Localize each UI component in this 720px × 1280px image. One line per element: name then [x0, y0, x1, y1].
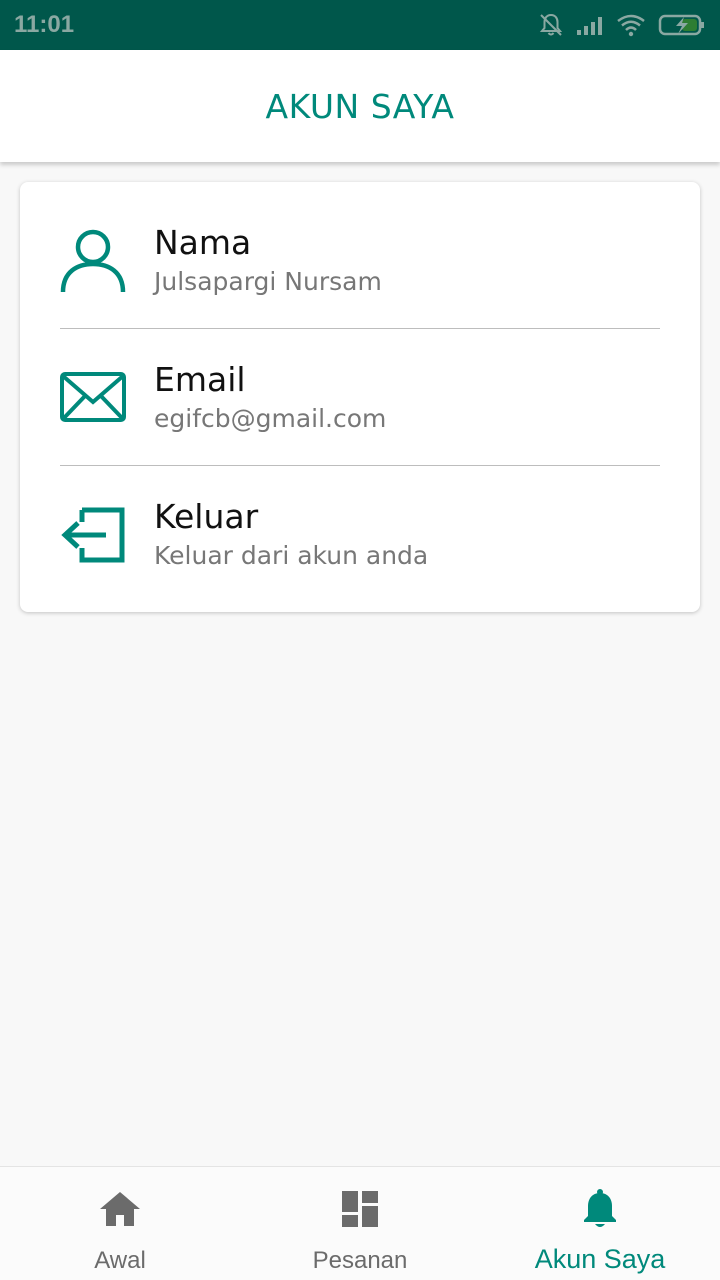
account-row-name[interactable]: Nama Julsapargi Nursam: [60, 192, 660, 329]
nav-item-akun-saya[interactable]: Akun Saya: [480, 1167, 720, 1280]
account-row-title: Nama: [154, 222, 252, 262]
account-row-subtitle: Julsapargi Nursam: [154, 266, 382, 296]
app-bar: AKUN SAYA: [0, 50, 720, 162]
status-time: 11:01: [14, 11, 75, 38]
account-row-title: Keluar: [154, 496, 259, 536]
account-row-title: Email: [154, 359, 246, 399]
logout-icon: [60, 502, 126, 568]
account-row-logout[interactable]: Keluar Keluar dari akun anda: [60, 466, 660, 603]
battery-charging-icon: [658, 13, 706, 37]
account-card: Nama Julsapargi Nursam Email egifcb@gmai…: [20, 182, 700, 612]
home-icon: [98, 1187, 142, 1231]
dashboard-icon: [341, 1187, 379, 1231]
page-title: AKUN SAYA: [265, 86, 455, 126]
account-row-subtitle: egifcb@gmail.com: [154, 403, 387, 433]
bell-off-icon: [538, 12, 564, 38]
mail-icon: [60, 365, 126, 431]
wifi-icon: [616, 13, 646, 37]
status-bar: 11:01: [0, 0, 720, 50]
signal-icon: [576, 14, 604, 36]
nav-item-pesanan[interactable]: Pesanan: [240, 1167, 480, 1280]
account-row-subtitle: Keluar dari akun anda: [154, 540, 429, 570]
bell-icon: [582, 1187, 618, 1231]
nav-label: Awal: [94, 1247, 146, 1274]
person-icon: [60, 228, 126, 294]
nav-label: Akun Saya: [534, 1244, 666, 1274]
status-icons: [538, 12, 706, 38]
nav-label: Pesanan: [312, 1247, 408, 1274]
bottom-nav: Awal Pesanan Akun Saya: [0, 1166, 720, 1280]
account-row-email[interactable]: Email egifcb@gmail.com: [60, 329, 660, 466]
nav-item-awal[interactable]: Awal: [0, 1167, 240, 1280]
